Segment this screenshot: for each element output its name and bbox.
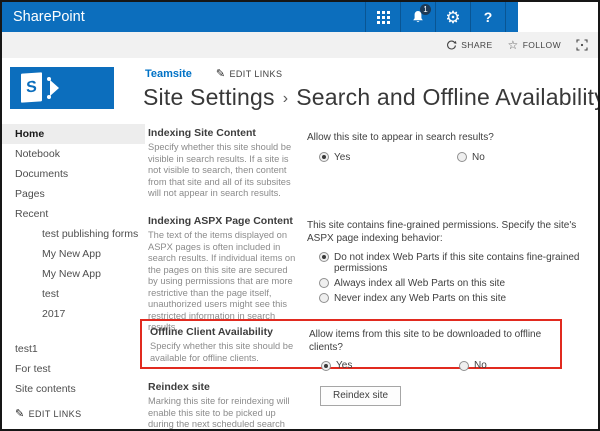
pencil-icon: ✎ (215, 68, 226, 80)
highlight-box: Offline Client Availability Specify whet… (140, 319, 562, 371)
sidebar-item-pages[interactable]: Pages (2, 184, 145, 204)
radio-label: Yes (336, 360, 353, 371)
logo-page-shape: S (21, 72, 42, 103)
reindex-site-button[interactable]: Reindex site (320, 386, 402, 406)
suite-icon-group: 1 ⚙ ? (365, 2, 506, 32)
section-heading: Indexing Site Content (148, 127, 256, 139)
sidebar-item-notebook[interactable]: Notebook (2, 144, 145, 164)
app-launcher-icon (376, 10, 390, 24)
site-link-teamsite[interactable]: Teamsite (145, 68, 192, 80)
radio-icon (319, 278, 329, 288)
radio-option-always-index[interactable]: Always index all Web Parts on this site (319, 278, 598, 289)
section-indexing-aspx-page-content: Indexing ASPX Page Content The text of t… (148, 215, 598, 334)
follow-label: FOLLOW (522, 40, 561, 50)
help-button[interactable]: ? (470, 2, 506, 32)
chevron-separator-icon: › (282, 89, 289, 107)
radio-label: Yes (334, 151, 351, 163)
section-offline-client-availability: Offline Client Availability Specify whet… (150, 326, 560, 376)
notification-badge: 1 (420, 4, 431, 15)
section-reindex-site: Reindex site Marking this site for reind… (148, 381, 598, 429)
app-launcher-button[interactable] (365, 2, 400, 32)
section-description: Specify whether this site should be visi… (148, 142, 292, 198)
section-description: Marking this site for reindexing will en… (148, 396, 290, 429)
page-title: Site Settings › Search and Offline Avail… (143, 84, 600, 111)
notifications-button[interactable]: 1 (400, 2, 435, 32)
section-question: Allow items from this site to be downloa… (309, 329, 542, 353)
help-icon: ? (483, 9, 493, 25)
pencil-icon: ✎ (15, 408, 25, 420)
sidebar-item-test1[interactable]: test1 (2, 339, 145, 359)
sidebar-item-my-new-app-2[interactable]: My New App (2, 264, 145, 284)
sidebar-item-home[interactable]: Home (2, 124, 145, 144)
focus-button[interactable] (576, 39, 588, 51)
sidebar-item-for-test[interactable]: For test (2, 359, 145, 379)
radio-label: No (474, 360, 487, 371)
radio-icon (321, 360, 331, 371)
sharepoint-window: SharePoint 1 ⚙ ? SHARE ☆ FOLLOW S Teamsi… (0, 0, 600, 431)
ribbon-bar: SHARE ☆ FOLLOW (2, 32, 598, 58)
sidebar-nav: Home Notebook Documents Pages Recent tes… (2, 124, 145, 420)
sidebar-item-documents[interactable]: Documents (2, 164, 145, 184)
brand-label: SharePoint (13, 9, 85, 25)
page-title-current: Search and Offline Availability (296, 84, 600, 110)
radio-label: Do not index Web Parts if this site cont… (334, 252, 580, 274)
radio-option-no[interactable]: No (457, 152, 485, 163)
radio-icon (319, 152, 329, 162)
breadcrumb: Teamsite ✎ EDIT LINKS (145, 68, 282, 80)
radio-label: No (472, 151, 485, 163)
section-heading: Indexing ASPX Page Content (148, 215, 293, 227)
radio-option-yes[interactable]: Yes (319, 152, 350, 163)
section-description: The text of the items displayed on ASPX … (148, 230, 296, 332)
section-heading: Offline Client Availability (150, 326, 273, 338)
suite-bar: SharePoint 1 ⚙ ? (2, 2, 518, 32)
section-question: This site contains fine-grained permissi… (307, 220, 577, 244)
share-button[interactable]: SHARE (446, 40, 492, 51)
sidebar-item-site-contents[interactable]: Site contents (2, 379, 145, 399)
edit-links-label: EDIT LINKS (229, 69, 283, 79)
radio-label: Never index any Web Parts on this site (334, 293, 507, 304)
radio-option-do-not-index[interactable]: Do not index Web Parts if this site cont… (319, 252, 598, 274)
focus-icon (576, 39, 588, 51)
edit-links-sidebar[interactable]: ✎ EDIT LINKS (15, 408, 145, 420)
star-icon: ☆ (507, 38, 519, 52)
radio-icon (459, 360, 469, 371)
edit-links-label: EDIT LINKS (28, 409, 82, 419)
section-description: Specify whether this site should be avai… (150, 341, 294, 363)
logo-s-icon: S (26, 78, 37, 96)
follow-button[interactable]: ☆ FOLLOW (507, 38, 561, 52)
sidebar-item-test[interactable]: test (2, 284, 145, 304)
sidebar-item-2017[interactable]: 2017 (2, 304, 145, 324)
share-label: SHARE (461, 40, 493, 50)
edit-links-top[interactable]: ✎ EDIT LINKS (215, 68, 283, 80)
section-question: Allow this site to appear in search resu… (307, 132, 494, 143)
breadcrumb-root[interactable]: Site Settings (143, 84, 275, 111)
section-indexing-site-content: Indexing Site Content Specify whether th… (148, 127, 598, 200)
settings-button[interactable]: ⚙ (435, 2, 470, 32)
radio-option-yes[interactable]: Yes (321, 360, 352, 371)
radio-icon (319, 252, 329, 262)
radio-icon (457, 152, 467, 162)
sharepoint-logo: S (10, 67, 114, 109)
radio-option-no[interactable]: No (459, 360, 487, 371)
sidebar-item-my-new-app-1[interactable]: My New App (2, 244, 145, 264)
section-heading: Reindex site (148, 381, 210, 393)
radio-icon (319, 293, 329, 303)
radio-option-never-index[interactable]: Never index any Web Parts on this site (319, 293, 598, 304)
page-header: S Teamsite ✎ EDIT LINKS Site Settings › … (2, 58, 598, 124)
gear-icon: ⚙ (445, 7, 461, 27)
radio-label: Always index all Web Parts on this site (334, 278, 506, 289)
sidebar-item-recent[interactable]: Recent (2, 204, 145, 224)
sidebar-item-test-publishing-forms[interactable]: test publishing forms (2, 224, 145, 244)
logo-arrow-icon (50, 80, 59, 96)
share-icon (447, 40, 457, 49)
